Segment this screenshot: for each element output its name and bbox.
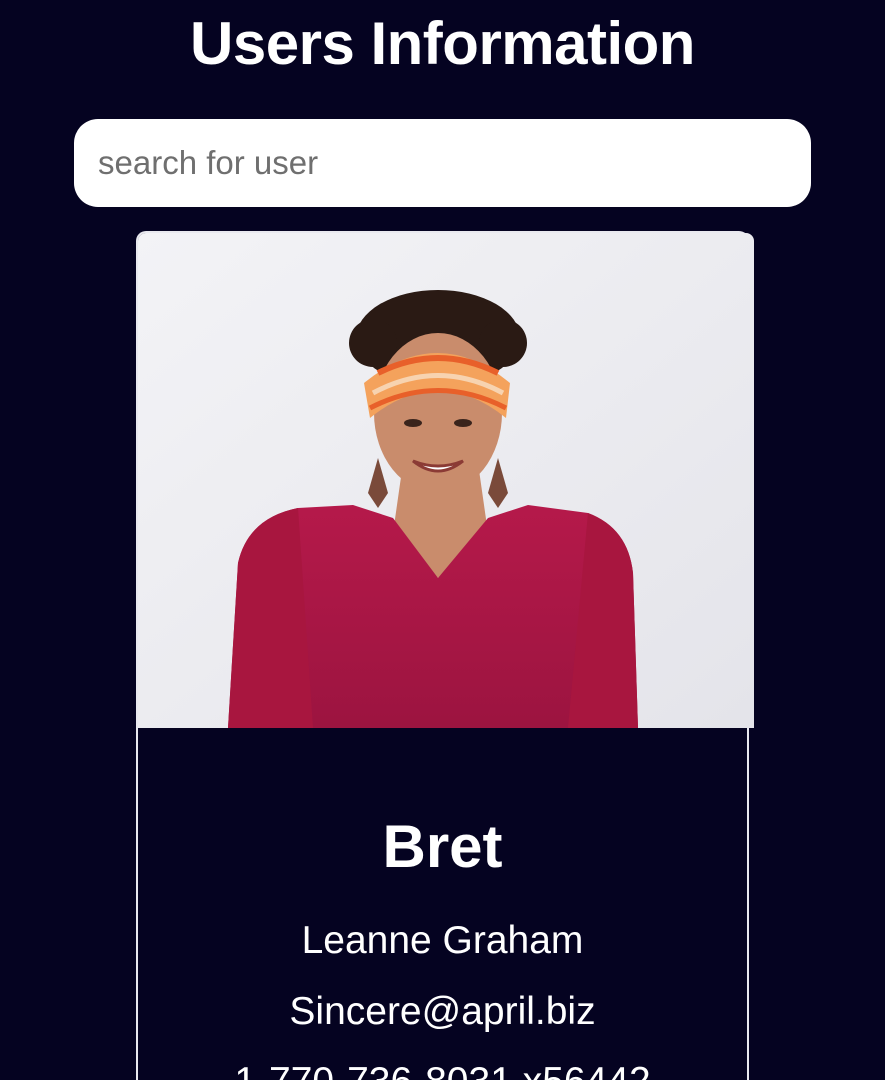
page: Users Information search for user Bret L… [0,0,885,1080]
search-box[interactable] [74,119,811,207]
user-phone: 1-770-736-8031 x56442 [138,1058,747,1080]
user-card[interactable]: Bret Leanne Graham Sincere@april.biz 1-7… [136,231,754,1080]
user-email: Sincere@april.biz [289,990,596,1033]
search-input[interactable] [74,119,811,207]
user-username: Bret [382,813,503,880]
user-photo [138,233,754,728]
page-title: Users Information [190,10,695,77]
user-full-name: Leanne Graham [301,919,584,962]
